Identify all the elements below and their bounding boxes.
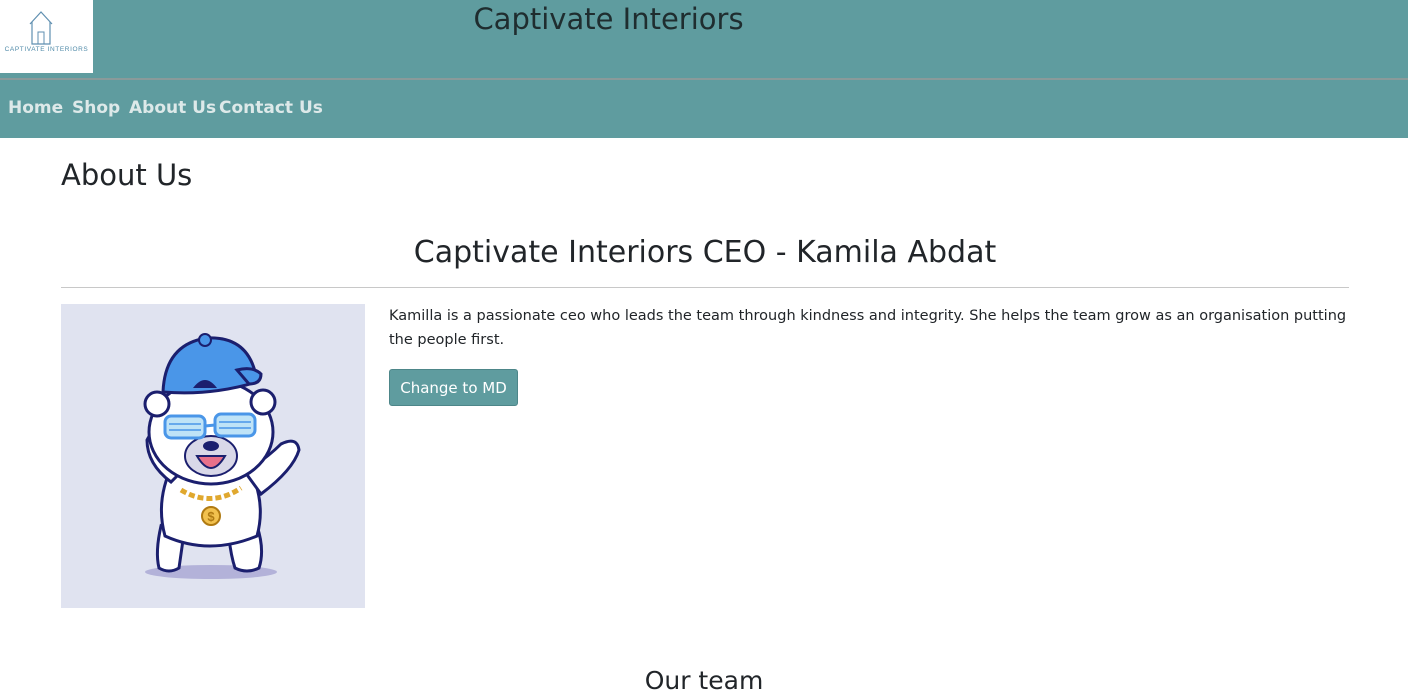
- main-nav: Home Shop About Us Contact Us: [0, 80, 1408, 138]
- svg-text:$: $: [207, 509, 215, 524]
- ceo-photo: $: [61, 304, 365, 608]
- change-to-md-button[interactable]: Change to MD: [389, 369, 518, 406]
- site-title: Captivate Interiors: [473, 2, 744, 36]
- nav-about-us[interactable]: About Us: [129, 98, 216, 118]
- divider: [61, 287, 1349, 288]
- ceo-bio: Kamilla is a passionate ceo who leads th…: [389, 308, 1347, 348]
- nav-home[interactable]: Home: [8, 98, 63, 118]
- nav-contact-us[interactable]: Contact Us: [219, 98, 323, 118]
- site-header: CAPTIVATE INTERIORS Captivate Interiors: [0, 0, 1408, 80]
- page-title: About Us: [61, 158, 193, 192]
- logo-text: CAPTIVATE INTERIORS: [4, 46, 89, 53]
- ceo-heading: Captivate Interiors CEO - Kamila Abdat: [413, 235, 997, 270]
- team-heading: Our team: [644, 666, 764, 695]
- polar-bear-illustration: $: [143, 333, 301, 579]
- nav-shop[interactable]: Shop: [72, 98, 120, 118]
